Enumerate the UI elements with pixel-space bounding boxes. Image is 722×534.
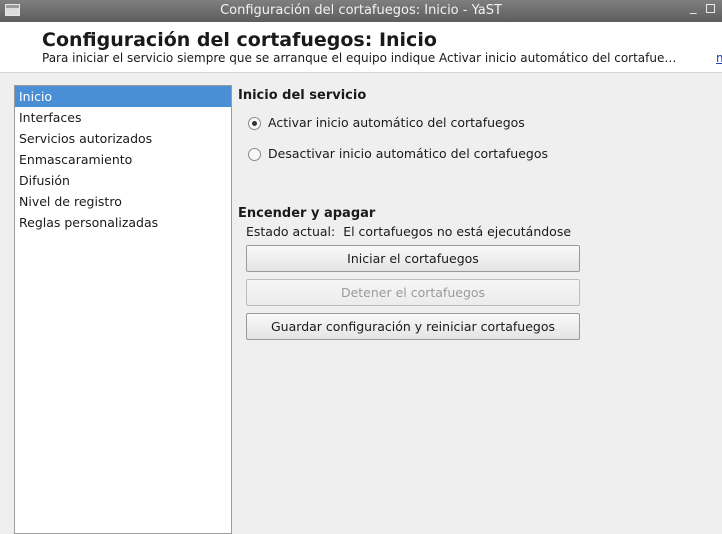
page-header: Configuración del cortafuegos: Inicio Pa… [0, 22, 722, 73]
stop-firewall-button[interactable]: Detener el cortafuegos [246, 279, 580, 306]
window-title: Configuración del cortafuegos: Inicio - … [220, 3, 502, 18]
save-and-restart-button[interactable]: Guardar configuración y reiniciar cortaf… [246, 313, 580, 340]
tree-item-difusion[interactable]: Difusión [15, 170, 231, 191]
radio-enable-label: Activar inicio automático del cortafuego… [268, 115, 525, 130]
radio-disable-autostart[interactable]: Desactivar inicio automático del cortafu… [248, 146, 548, 166]
page-title: Configuración del cortafuegos: Inicio [42, 29, 437, 51]
status-value: El cortafuegos no está ejecutándose [343, 224, 572, 239]
tree-item-servicios-autorizados[interactable]: Servicios autorizados [15, 128, 231, 149]
status-label: Estado actual: [246, 224, 336, 239]
tree-item-inicio[interactable]: Inicio [15, 86, 231, 107]
power-title: Encender y apagar [238, 206, 376, 221]
status-line: Estado actual: El cortafuegos no está ej… [246, 224, 571, 239]
service-start-title: Inicio del servicio [238, 88, 367, 103]
navigation-tree: Inicio Interfaces Servicios autorizados … [14, 85, 232, 534]
tree-item-reglas-personalizadas[interactable]: Reglas personalizadas [15, 212, 231, 233]
title-bar: Configuración del cortafuegos: Inicio - … [0, 0, 722, 22]
maximize-icon[interactable] [706, 4, 715, 13]
tree-item-enmascaramiento[interactable]: Enmascaramiento [15, 149, 231, 170]
radio-selected-icon[interactable] [248, 117, 261, 130]
radio-unselected-icon[interactable] [248, 148, 261, 161]
radio-disable-label: Desactivar inicio automático del cortafu… [268, 146, 548, 161]
tree-item-interfaces[interactable]: Interfaces [15, 107, 231, 128]
start-firewall-button[interactable]: Iniciar el cortafuegos [246, 245, 580, 272]
tree-item-nivel-de-registro[interactable]: Nivel de registro [15, 191, 231, 212]
minimize-icon[interactable]: _ [690, 0, 697, 15]
radio-enable-autostart[interactable]: Activar inicio automático del cortafuego… [248, 115, 525, 135]
page-subtitle: Para iniciar el servicio siempre que se … [42, 51, 677, 65]
more-help-link[interactable]: m [716, 51, 722, 65]
